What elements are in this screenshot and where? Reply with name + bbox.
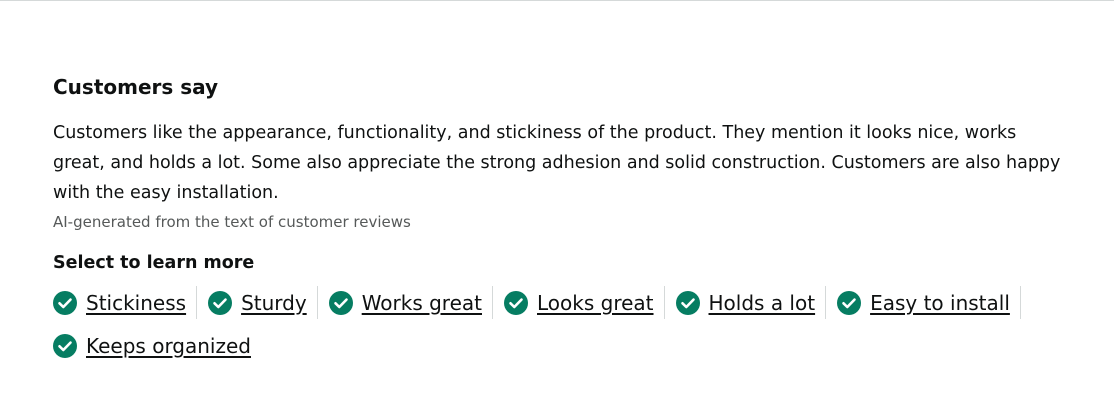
select-heading: Select to learn more [53,253,255,273]
aspect-chip-stickiness[interactable]: Stickiness [53,286,198,319]
check-circle-icon [504,290,528,315]
check-circle-icon [208,290,233,315]
aspect-label[interactable]: Holds a lot [709,290,816,316]
section-title: Customers say [53,75,219,99]
aspect-label[interactable]: Looks great [537,290,654,316]
check-circle-icon [328,290,353,315]
aspect-chip-holds-a-lot[interactable]: Holds a lot [675,286,827,319]
aspect-label[interactable]: Easy to install [870,290,1010,316]
aspect-list: Stickiness Sturdy Works great Looks grea… [53,286,1063,362]
aspect-label[interactable]: Keeps organized [86,333,251,359]
aspect-chip-looks-great[interactable]: Looks great [504,286,665,319]
review-summary: Customers like the appearance, functiona… [53,123,1061,203]
aspect-chip-keeps-organized[interactable]: Keeps organized [53,329,261,362]
customers-say-section: Customers say Customers like the appeara… [53,73,1083,362]
top-divider [0,0,1114,1]
aspect-chip-works-great[interactable]: Works great [328,286,493,319]
ai-generated-note: AI-generated from the text of customer r… [53,213,411,231]
check-circle-icon [675,290,700,315]
aspect-label[interactable]: Sturdy [241,290,307,316]
aspect-label[interactable]: Works great [362,290,482,316]
aspect-chip-easy-to-install[interactable]: Easy to install [837,286,1021,319]
check-circle-icon [53,333,77,358]
check-circle-icon [53,290,77,315]
aspect-chip-sturdy[interactable]: Sturdy [208,286,318,319]
aspect-label[interactable]: Stickiness [86,290,186,316]
check-circle-icon [837,290,862,315]
